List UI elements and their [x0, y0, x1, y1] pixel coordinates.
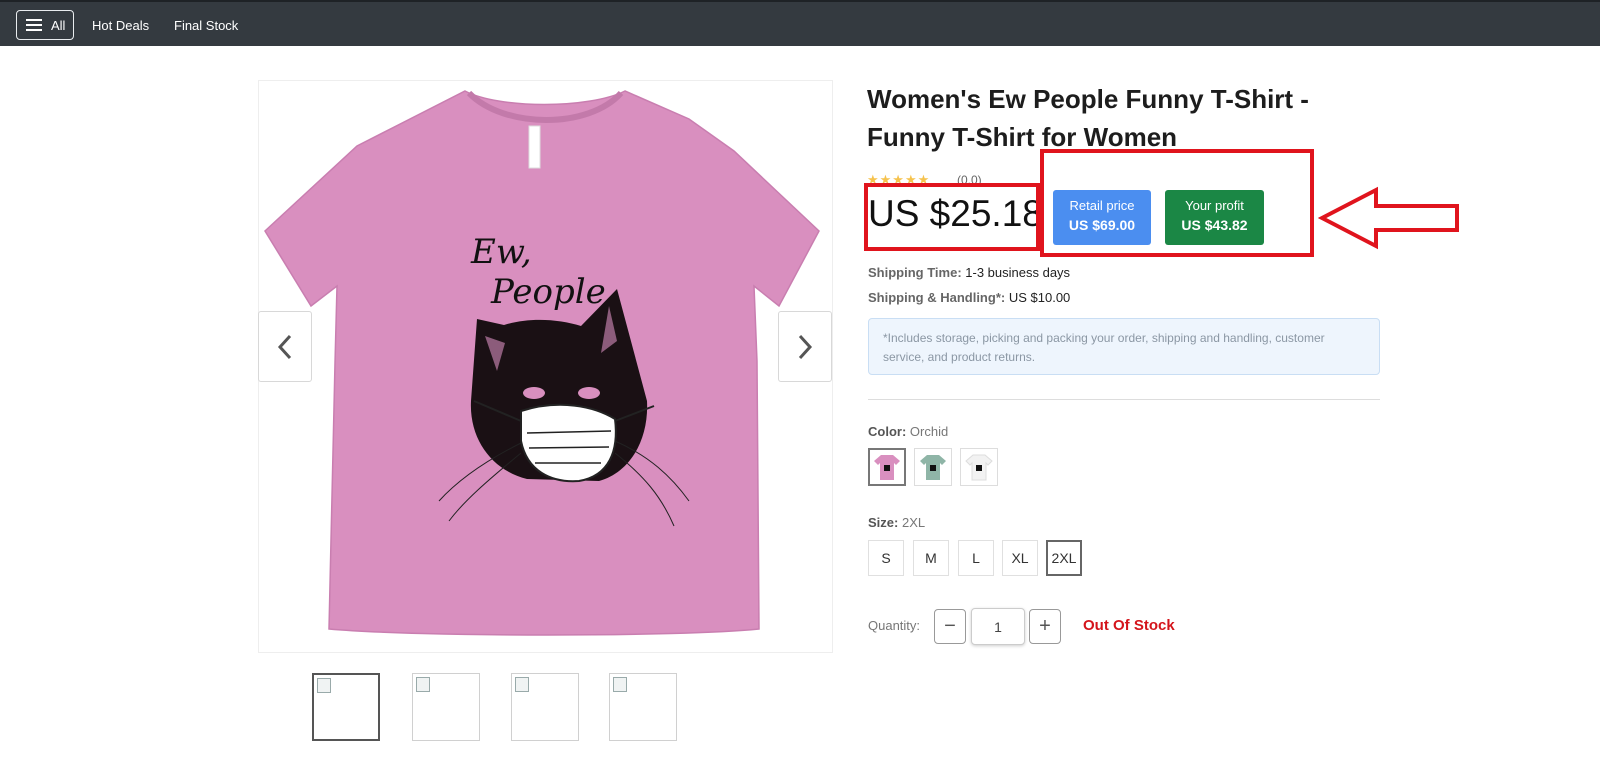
quantity-label: Quantity: — [868, 618, 921, 633]
color-label: Color: — [868, 424, 907, 439]
prev-image-button[interactable] — [258, 311, 312, 382]
plus-icon: + — [1039, 615, 1051, 637]
color-swatch-teal[interactable] — [914, 448, 952, 486]
nav-link-final-stock[interactable]: Final Stock — [174, 18, 238, 33]
broken-image-icon — [613, 677, 627, 692]
shipping-handling-label: Shipping & Handling*: — [868, 290, 1006, 305]
stock-status: Out Of Stock — [1083, 617, 1175, 634]
size-label: Size: — [868, 515, 899, 530]
shirt-thumb-icon — [920, 455, 946, 480]
all-label: All — [51, 17, 66, 33]
quantity-decrease-button[interactable]: − — [934, 609, 966, 644]
chevron-right-icon — [798, 334, 813, 359]
broken-image-icon — [515, 677, 529, 692]
size-option-xl[interactable]: XL — [1002, 540, 1038, 576]
thumbnail-3[interactable] — [511, 673, 579, 741]
shirt-thumb-icon — [874, 455, 900, 480]
shipping-time: Shipping Time: 1-3 business days — [868, 265, 1070, 280]
color-swatch-white[interactable] — [960, 448, 998, 486]
tshirt-image: Ew, People — [264, 90, 820, 636]
hamburger-icon — [26, 19, 42, 31]
product-title-line1: Women's Ew People Funny T-Shirt - — [867, 84, 1309, 114]
size-option-l[interactable]: L — [958, 540, 994, 576]
next-image-button[interactable] — [778, 311, 832, 382]
size-option-s[interactable]: S — [868, 540, 904, 576]
size-option-label: Size: 2XL — [868, 515, 925, 530]
quantity-increase-button[interactable]: + — [1029, 609, 1061, 644]
nav-link-hot-deals[interactable]: Hot Deals — [92, 18, 149, 33]
broken-image-icon — [317, 678, 331, 693]
quantity-input[interactable] — [971, 608, 1025, 645]
print-text-line2: People — [490, 272, 606, 312]
shipping-handling: Shipping & Handling*: US $10.00 — [868, 290, 1070, 305]
top-navbar: All Hot Deals Final Stock — [0, 0, 1600, 46]
size-option-2xl[interactable]: 2XL — [1046, 540, 1082, 576]
color-value: Orchid — [909, 424, 949, 439]
product-main-image: Ew, People — [258, 80, 833, 653]
shipping-handling-value: US $10.00 — [1008, 290, 1071, 305]
all-categories-button[interactable]: All — [16, 10, 74, 40]
chevron-left-icon — [277, 334, 292, 359]
shipping-time-value: 1-3 business days — [965, 265, 1071, 280]
color-option-label: Color: Orchid — [868, 424, 948, 439]
size-option-m[interactable]: M — [913, 540, 949, 576]
product-title: Women's Ew People Funny T-Shirt - Funny … — [867, 80, 1387, 156]
broken-image-icon — [416, 677, 430, 692]
shipping-note: *Includes storage, picking and packing y… — [868, 318, 1380, 375]
print-text-line1: Ew, — [470, 232, 532, 272]
size-value: 2XL — [901, 515, 926, 530]
minus-icon: − — [944, 615, 956, 637]
thumbnail-2[interactable] — [412, 673, 480, 741]
divider — [868, 399, 1380, 400]
shipping-time-label: Shipping Time: — [868, 265, 962, 280]
annotation-box-badges — [1040, 149, 1314, 257]
color-swatch-orchid[interactable] — [868, 448, 906, 486]
annotation-box-price — [864, 183, 1040, 251]
shirt-thumb-icon — [965, 454, 993, 481]
annotation-arrow-icon — [1318, 186, 1459, 250]
thumbnail-1[interactable] — [312, 673, 380, 741]
thumbnail-4[interactable] — [609, 673, 677, 741]
